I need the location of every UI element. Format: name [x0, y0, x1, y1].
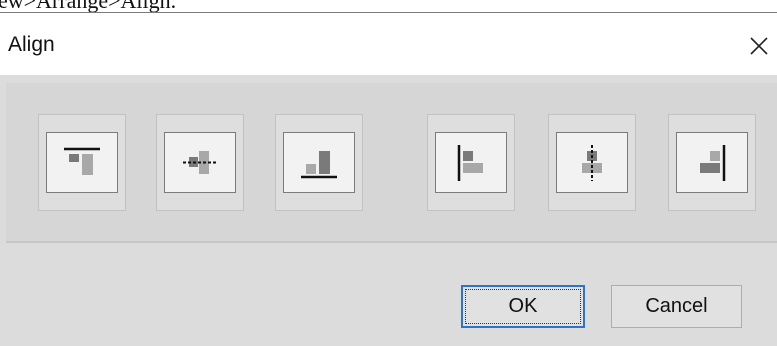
dialog-body: OK Cancel [0, 75, 777, 346]
align-horizontal-center-icon [582, 144, 602, 181]
ok-button[interactable]: OK [461, 285, 585, 328]
dialog-title: Align [8, 33, 55, 56]
cancel-button[interactable]: Cancel [611, 285, 742, 328]
close-button[interactable] [742, 29, 776, 63]
cancel-button-label: Cancel [645, 295, 708, 317]
align-middle-button[interactable] [156, 114, 244, 211]
align-left-icon [457, 144, 483, 181]
align-dialog: Align OK Cancel [0, 12, 777, 346]
align-top-button[interactable] [38, 114, 126, 211]
align-right-icon [700, 144, 726, 181]
title-bar: Align [0, 13, 777, 75]
close-icon [750, 37, 768, 55]
align-center-button[interactable] [548, 114, 636, 211]
focus-rectangle [465, 289, 581, 324]
align-right-button[interactable] [668, 114, 756, 211]
align-top-icon [64, 147, 100, 175]
align-bottom-button[interactable] [275, 114, 363, 211]
align-options-panel [6, 83, 777, 243]
align-bottom-icon [301, 150, 337, 178]
align-left-button[interactable] [427, 114, 515, 211]
align-vertical-center-icon [183, 150, 217, 174]
